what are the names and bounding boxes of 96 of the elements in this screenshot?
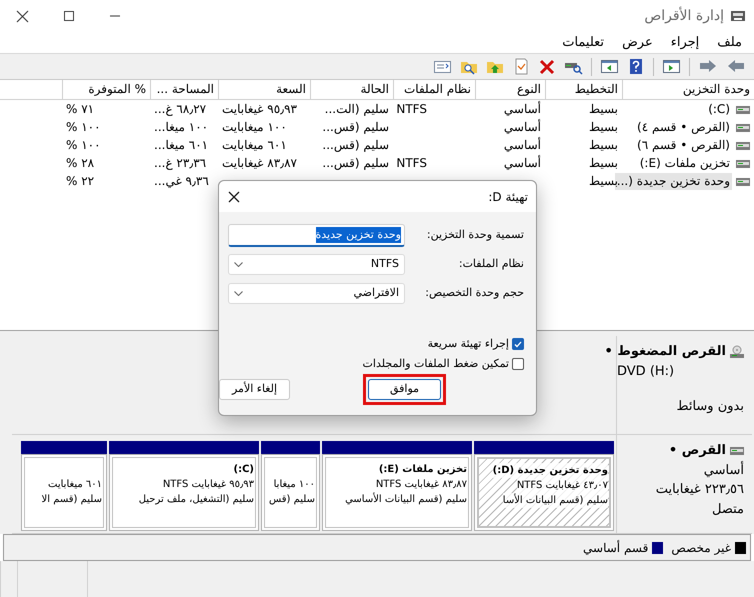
cancel-button[interactable]: إلغاء الأمر <box>219 379 290 400</box>
partition-status: سليم (قسم الا <box>42 492 102 507</box>
chevron-down-icon <box>234 291 243 296</box>
partition-status: سليم (قسم البيانات الأسا <box>502 493 608 508</box>
window-title: إدارة الأقراص <box>644 6 724 26</box>
drive-icon <box>730 446 744 455</box>
menu-item[interactable]: إجراء <box>668 32 702 52</box>
table-cell: بسيط <box>588 101 618 118</box>
drive-icon <box>736 178 750 186</box>
table-cell: ٩٫٣٦ غي... <box>154 173 209 190</box>
disk-info: ٢٢٣٫٥٦ غيغابايت <box>654 481 744 499</box>
table-cell: أساسي <box>504 119 541 136</box>
drive-icon <box>736 160 750 168</box>
table-cell: ٦٨٫٢٧ غ... <box>154 101 206 118</box>
partition-size: ٤٣٫٠٧ غيغابايت NTFS <box>516 478 608 493</box>
table-cell: ١٠٠ ميغابايت <box>222 119 287 136</box>
table-cell: أساسي <box>504 137 541 154</box>
field-label: تسمية وحدة التخزين: <box>426 227 524 244</box>
volume-name[interactable]: (القرص • قسم ٤) <box>635 119 732 136</box>
table-cell: ٨٣٫٨٧ غيغابايت <box>222 155 297 172</box>
disk-info: أساسي <box>702 460 744 480</box>
table-cell: ١٠٠ % <box>66 119 101 136</box>
ok-button[interactable]: موافق <box>368 379 441 400</box>
dialog-title: تهيئة D: <box>488 188 528 206</box>
table-cell: أساسي <box>504 155 541 172</box>
menu-item[interactable]: تعليمات <box>560 32 606 52</box>
table-cell: بسيط <box>588 155 618 172</box>
checkmark-icon <box>514 340 522 348</box>
drive-icon <box>736 106 750 114</box>
disk-management-icon <box>730 9 746 23</box>
column-header[interactable]: وحدة التخزين <box>622 80 754 99</box>
partition-title: وحدة تخزين جديدة (D:) <box>492 463 608 478</box>
delete-icon[interactable] <box>538 58 556 75</box>
column-header[interactable]: التخطيط <box>545 80 622 99</box>
volume-label-field[interactable]: وحدة تخزين جديدة <box>228 224 405 247</box>
column-header[interactable]: نظام الملفات <box>393 80 475 99</box>
panel-icon[interactable] <box>600 58 619 75</box>
dropdown[interactable]: NTFS <box>228 254 405 275</box>
partition-status: سليم (قسم البيانات الأساسي <box>345 492 467 507</box>
checkbox[interactable]: إجراء تهيئة سريعة <box>228 334 524 354</box>
table-cell: ٢٢ % <box>66 173 94 190</box>
partition-panel[interactable]: تخزين ملفات (E:) ٨٣٫٨٧ غيغابايت NTFS سليم (قسم البيانات الأساسي <box>322 454 472 531</box>
volume-name[interactable]: (C:) <box>706 101 732 118</box>
column-header[interactable]: المساحة ... <box>150 80 218 99</box>
table-cell: بسيط <box>588 119 618 136</box>
table-cell: ٩٥٫٩٣ غيغابايت <box>222 101 297 118</box>
partition-panel[interactable]: وحدة تخزين جديدة (D:) ٤٣٫٠٧ غيغابايت NTFS سليم (قسم البيانات الأسا <box>474 454 614 531</box>
forward-arrow-icon[interactable] <box>698 58 718 75</box>
disk-info: DVD (H:) <box>617 362 676 380</box>
chevron-down-icon <box>234 262 243 267</box>
legend-label: غير مخصص <box>671 540 731 556</box>
table-cell: سليم (قس... <box>322 137 389 154</box>
table-cell: ٢٨ % <box>66 155 94 172</box>
table-cell: ٦٠١ ميغابايت <box>222 137 287 154</box>
disk-name: القرص • <box>668 442 726 460</box>
partition-panel[interactable]: ١٠٠ ميغابا سليم (قس <box>261 454 320 531</box>
column-header[interactable]: % المتوفرة <box>62 80 150 99</box>
menu-item[interactable]: عرض <box>620 32 655 52</box>
table-cell-text: NTFS <box>396 155 428 172</box>
column-header[interactable]: الحالة <box>310 80 393 99</box>
disk-info: بدون وسائط <box>676 398 744 416</box>
table-cell-text: NTFS <box>396 101 428 118</box>
column-header[interactable]: النوع <box>475 80 545 99</box>
column-header[interactable]: السعة <box>218 80 310 99</box>
optical-drive-icon <box>730 344 744 359</box>
table-cell: ٧١ % <box>66 101 94 118</box>
field-label: نظام الملفات: <box>458 256 524 272</box>
disk-info: متصل <box>710 500 744 518</box>
partition-panel[interactable]: ٦٠١ ميغابايت سليم (قسم الا <box>21 454 107 531</box>
legend-label: قسم أساسي <box>583 539 648 556</box>
table-cell: سليم (قس... <box>322 119 389 136</box>
partition-header-bar <box>261 441 320 454</box>
help-icon[interactable] <box>627 58 645 75</box>
disk-name: القرص المضغوط • <box>604 343 726 361</box>
list-settings-icon[interactable] <box>433 58 452 75</box>
back-arrow-icon[interactable] <box>726 58 746 75</box>
table-cell: سليم (الت... <box>324 101 389 118</box>
drive-icon <box>736 142 750 150</box>
table-cell: ٦٠١ ميغا... <box>154 137 208 154</box>
field-label: حجم وحدة التخصيص: <box>426 285 524 302</box>
partition-status: سليم (التشغيل، ملف ترحيل <box>138 492 254 507</box>
volume-name[interactable]: (القرص • قسم ٦) <box>635 137 732 154</box>
volume-name[interactable]: تخزين ملفات (E:) <box>638 155 732 172</box>
table-cell: أساسي <box>504 101 541 118</box>
partition-status: سليم (قس <box>269 492 315 507</box>
drive-icon <box>736 124 750 132</box>
dropdown[interactable]: الافتراضي <box>228 283 405 304</box>
panel-icon[interactable] <box>662 58 681 75</box>
table-cell: ٢٣٫٣٦ غ... <box>154 155 206 172</box>
table-cell: ١٠٠ % <box>66 137 101 154</box>
table-cell: ١٠٠ ميغا... <box>154 119 208 136</box>
table-cell: بسيط <box>588 137 618 154</box>
table-cell: سليم (قس... <box>322 155 389 172</box>
menu-item[interactable]: ملف <box>715 32 744 52</box>
partition-title: تخزين ملفات (E:) <box>378 462 467 477</box>
checkbox[interactable]: تمكين ضغط الملفات والمجلدات <box>228 354 524 374</box>
